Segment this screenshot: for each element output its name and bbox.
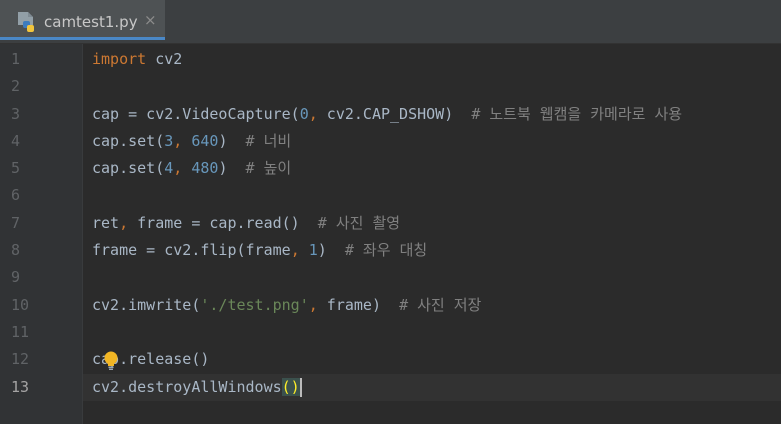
line-number: 11 (11, 323, 30, 341)
code-text: frame = cap.read() (128, 214, 318, 232)
code-text: cv2 (146, 50, 183, 68)
comment: # 좌우 대칭 (344, 241, 428, 259)
comma: , (308, 296, 318, 314)
code-text: cap.set( (92, 132, 165, 150)
code-editor[interactable]: import cv2 cap = cv2.VideoCapture(0, cv2… (83, 44, 781, 424)
code-line-1: import cv2 (83, 46, 781, 73)
comment: # 사진 저장 (399, 296, 482, 314)
code-text: ) (218, 159, 246, 177)
code-line-10: cv2.imwrite('./test.png', frame) # 사진 저장 (83, 292, 781, 319)
comment: # 노트북 웹캠을 카메라로 사용 (471, 105, 683, 123)
comment: # 높이 (245, 159, 292, 177)
code-text: ret (92, 214, 120, 232)
line-number: 6 (11, 186, 21, 204)
code-line-4: cap.set(3, 640) # 너비 (83, 128, 781, 155)
code-text: ) (218, 132, 246, 150)
code-text: cv2.destroyAllWindows (92, 378, 282, 396)
code-text: cv2.imwrite( (92, 296, 201, 314)
code-text: cap = cv2.VideoCapture( (92, 105, 300, 123)
number-literal: 4 (164, 159, 174, 177)
line-number-gutter: 1 2 3 4 5 6 7 8 9 10 11 12 13 (0, 44, 83, 424)
code-line-13: cv2.destroyAllWindows() (83, 374, 781, 401)
line-number: 1 (11, 50, 21, 68)
text-caret (299, 378, 302, 397)
number-literal: 640 (191, 132, 219, 150)
line-number: 12 (11, 350, 30, 368)
comment: # 너비 (245, 132, 292, 150)
line-number: 9 (11, 268, 21, 286)
number-literal: 3 (164, 132, 174, 150)
line-number: 3 (11, 105, 21, 123)
line-number: 10 (11, 296, 30, 314)
code-line-3: cap = cv2.VideoCapture(0, cv2.CAP_DSHOW)… (83, 101, 781, 128)
line-number: 5 (11, 159, 21, 177)
code-text: cap.set( (92, 159, 165, 177)
editor-tab-bar: camtest1.py × (0, 0, 781, 44)
code-text: ) (317, 241, 345, 259)
code-line-7: ret, frame = cap.read() # 사진 촬영 (83, 210, 781, 237)
comma: , (308, 105, 318, 123)
number-literal: 0 (299, 105, 309, 123)
code-line-8: frame = cv2.flip(frame, 1) # 좌우 대칭 (83, 237, 781, 264)
lightbulb-icon[interactable] (103, 351, 119, 371)
number-literal: 1 (308, 241, 318, 259)
code-line-5: cap.set(4, 480) # 높이 (83, 155, 781, 182)
matched-brackets: () (281, 378, 300, 396)
number-literal: 480 (191, 159, 219, 177)
line-number: 7 (11, 214, 21, 232)
close-icon[interactable]: × (144, 11, 157, 29)
code-line-12: cap.release() (83, 346, 781, 373)
comma: , (290, 241, 300, 259)
code-text: cv2.CAP_DSHOW) (317, 105, 472, 123)
keyword: import (92, 50, 147, 68)
line-number: 2 (11, 77, 21, 95)
line-number: 4 (11, 132, 21, 150)
comma: , (173, 132, 183, 150)
comma: , (173, 159, 183, 177)
line-number-current: 13 (11, 378, 30, 396)
tab-label: camtest1.py (44, 13, 138, 31)
code-text: frame = cv2.flip(frame (92, 241, 291, 259)
python-file-icon (16, 11, 38, 35)
comment: # 사진 촬영 (317, 214, 401, 232)
tab-camtest1[interactable]: camtest1.py × (0, 0, 165, 40)
comma: , (119, 214, 129, 232)
string-literal: './test.png' (200, 296, 309, 314)
code-text: frame) (317, 296, 400, 314)
line-number: 8 (11, 241, 21, 259)
